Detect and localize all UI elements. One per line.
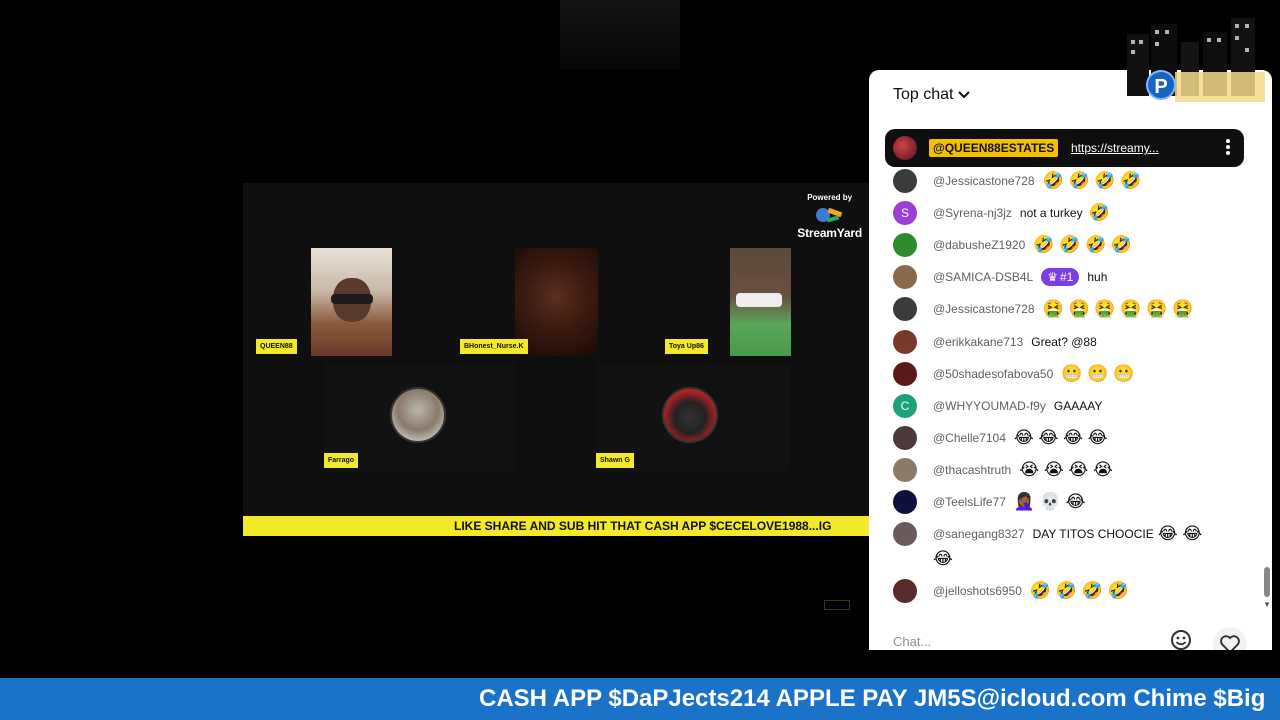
avatar	[893, 522, 917, 546]
chat-author: @Jessicastone728	[933, 302, 1035, 316]
participant-video-toya	[730, 248, 791, 356]
chat-message-continuation: 😂	[933, 547, 957, 571]
channel-logo-buildings	[1127, 18, 1265, 102]
streamyard-brand: StreamYard	[797, 226, 862, 240]
chevron-down-icon	[958, 91, 971, 99]
crown-icon: ♛	[1047, 270, 1058, 284]
chat-emojis: 😂 😂	[1157, 524, 1203, 543]
chat-message: @thacashtruth 😭 😭 😭 😭	[893, 458, 1117, 482]
chat-message: @sanegang8327 DAY TITOS CHOOCIE 😂 😂	[893, 522, 1206, 546]
chat-input[interactable]: Chat...	[893, 630, 1193, 650]
chat-text: not a turkey	[1019, 206, 1083, 220]
participant-name-tag: QUEEN88	[256, 339, 297, 354]
emoji-icon[interactable]	[1170, 629, 1192, 650]
chat-author: @thacashtruth	[933, 463, 1012, 477]
chat-author: @erikkakane713	[933, 335, 1024, 349]
chat-message: @jelloshots6950 🤣 🤣 🤣 🤣	[893, 579, 1133, 603]
avatar	[893, 297, 917, 321]
participant-video-queen88	[311, 248, 392, 356]
chat-text: Great? @88	[1031, 335, 1097, 349]
avatar	[893, 136, 917, 160]
chat-message: @50shadesofabova50 😬 😬 😬	[893, 362, 1138, 386]
chat-emojis: 😭 😭 😭 😭	[1019, 460, 1113, 479]
chat-message: @erikkakane713 Great? @88	[893, 330, 1097, 354]
chat-message: @Jessicastone728 🤣 🤣 🤣 🤣	[893, 169, 1145, 193]
chat-emojis: 🤣 🤣 🤣 🤣	[1029, 581, 1129, 600]
watermark-icon	[824, 600, 850, 610]
streamyard-logo-icon	[815, 207, 842, 223]
avatar	[893, 362, 917, 386]
avatar	[893, 265, 917, 289]
chat-emojis: 🤣	[1088, 203, 1110, 222]
participant-name-tag: BHonest_Nurse.K	[460, 339, 528, 354]
chat-author: @50shadesofabova50	[933, 367, 1054, 381]
avatar	[662, 387, 718, 443]
avatar	[893, 169, 917, 193]
powered-by-badge: Powered by StreamYard	[797, 193, 862, 240]
chat-emojis: 😬 😬 😬	[1061, 364, 1135, 383]
avatar	[893, 233, 917, 257]
chat-message: @Jessicastone728 🤮 🤮 🤮 🤮 🤮 🤮	[893, 297, 1197, 321]
chat-author: @sanegang8327	[933, 527, 1025, 541]
participant-name-tag: Shawn G	[596, 453, 634, 468]
scroll-down-icon[interactable]: ▼	[1263, 600, 1271, 609]
chat-message: @dabusheZ1920 🤣 🤣 🤣 🤣	[893, 233, 1136, 257]
participant-name-tag: Toya Up86	[665, 339, 708, 354]
pinned-message[interactable]: @QUEEN88ESTATES https://streamy...	[885, 129, 1244, 167]
heart-icon	[1220, 635, 1240, 650]
chat-emojis: 🤣 🤣 🤣 🤣	[1042, 171, 1142, 190]
chat-message: @Chelle7104 😂 😂 😂 😂	[893, 426, 1112, 450]
heart-button[interactable]	[1213, 627, 1247, 650]
live-chat-panel: Top chat @QUEEN88ESTATES https://streamy…	[869, 70, 1272, 650]
stream-stage: Powered by StreamYard QUEEN88 BHonest_Nu…	[243, 183, 870, 536]
pinned-author: @QUEEN88ESTATES	[929, 139, 1059, 157]
chat-emojis: 😂 😂 😂 😂	[1013, 428, 1108, 447]
more-options-icon[interactable]	[1226, 139, 1230, 157]
chat-filter-label: Top chat	[893, 86, 954, 103]
chat-author: @dabusheZ1920	[933, 238, 1026, 252]
avatar: C	[893, 394, 917, 418]
chat-author: @Jessicastone728	[933, 174, 1035, 188]
chat-author: @Chelle7104	[933, 431, 1006, 445]
avatar	[893, 579, 917, 603]
chat-author: @SAMICA-DSB4L	[933, 270, 1034, 284]
chat-message: @TeelsLife77 🤦🏾‍♀️ 💀 😂	[893, 490, 1090, 514]
chat-text: huh	[1087, 270, 1108, 284]
background-light	[560, 0, 680, 70]
avatar: S	[893, 201, 917, 225]
payment-banner: CASH APP $DaPJects214 APPLE PAY JM5S@icl…	[0, 678, 1280, 720]
chat-emojis: 🤮 🤮 🤮 🤮 🤮 🤮	[1042, 299, 1194, 318]
chat-author: @jelloshots6950	[933, 584, 1022, 598]
chat-emojis: 🤣 🤣 🤣 🤣	[1033, 235, 1133, 254]
avatar	[893, 330, 917, 354]
channel-p-badge-icon: P	[1146, 70, 1176, 100]
avatar	[893, 490, 917, 514]
powered-by-label: Powered by	[807, 193, 853, 202]
chat-text: DAY TITOS CHOOCIE	[1032, 527, 1154, 541]
rank-badge: ♛ #1	[1041, 268, 1080, 286]
pinned-link[interactable]: https://streamy...	[1071, 141, 1159, 155]
chat-emojis: 🤦🏾‍♀️ 💀 😂	[1013, 492, 1086, 511]
chat-text: GAAAAY	[1053, 399, 1103, 413]
chat-author: @Syrena-nj3jz	[933, 206, 1012, 220]
avatar	[893, 458, 917, 482]
stream-ticker: LIKE SHARE AND SUB HIT THAT CASH APP $CE…	[243, 516, 870, 536]
chat-author: @TeelsLife77	[933, 495, 1006, 509]
chat-scrollbar[interactable]	[1264, 567, 1270, 597]
chat-filter-dropdown[interactable]: Top chat	[893, 86, 971, 104]
avatar	[390, 387, 446, 443]
chat-message: C @WHYYOUMAD-f9y GAAAAY	[893, 394, 1102, 418]
chat-author: @WHYYOUMAD-f9y	[933, 399, 1046, 413]
chat-message: S @Syrena-nj3jz not a turkey 🤣	[893, 201, 1114, 225]
avatar	[893, 426, 917, 450]
chat-message: @SAMICA-DSB4L ♛ #1 huh	[893, 265, 1107, 289]
chat-emojis: 😂	[933, 549, 953, 568]
participant-name-tag: Farrago	[324, 453, 359, 468]
